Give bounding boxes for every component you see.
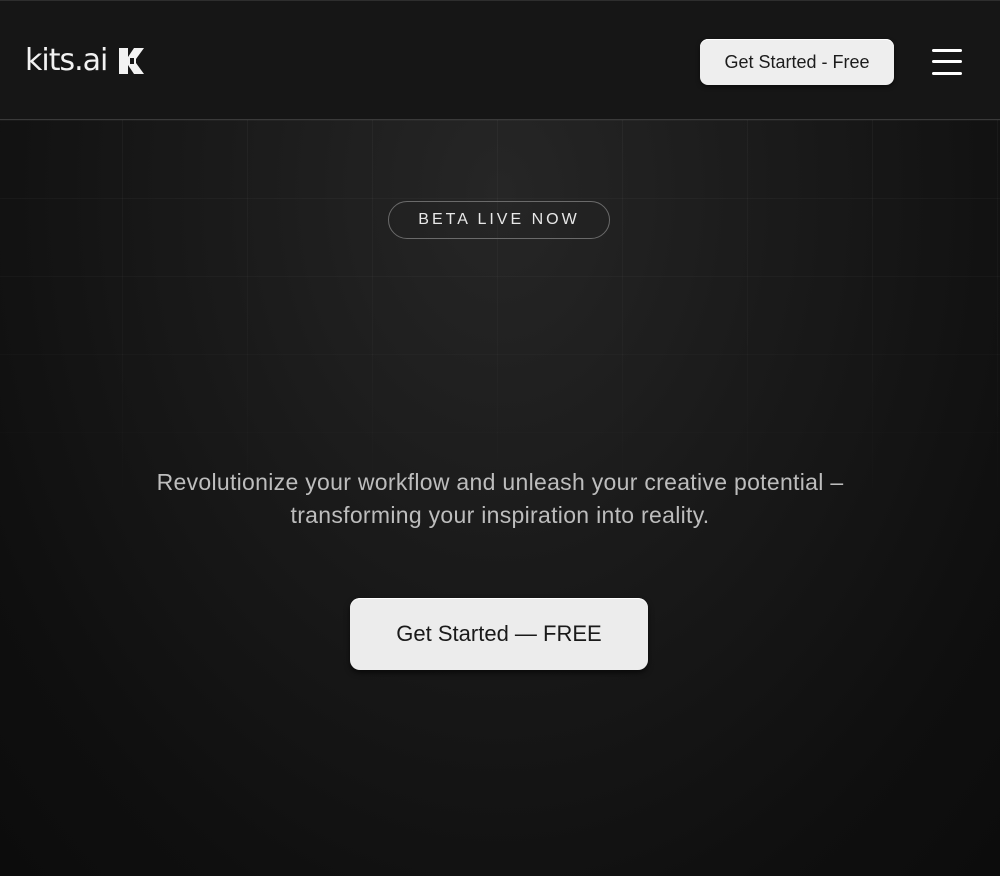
hero-get-started-button[interactable]: Get Started — FREE <box>350 598 648 670</box>
hamburger-menu-icon[interactable] <box>928 46 966 78</box>
headline-line-1: AI Vocals for the <box>241 295 759 368</box>
beta-badge: BETA LIVE NOW <box>388 201 610 239</box>
hero-headline: AI Vocals for the Modern Creator <box>0 296 1000 440</box>
subtext-line-1: Revolutionize your workflow and unleash … <box>156 469 844 495</box>
subtext-line-2: transforming your inspiration into reali… <box>290 502 710 528</box>
get-started-free-button[interactable]: Get Started - Free <box>700 39 894 85</box>
headline-line-2: Modern Creator <box>251 367 749 440</box>
kits-k-logo-icon <box>119 48 145 74</box>
logo-link[interactable]: kits.ai <box>25 43 147 79</box>
hero-subtext: Revolutionize your workflow and unleash … <box>100 466 900 532</box>
site-header: kits.ai Get Started - Free <box>0 0 1000 120</box>
logo-text: kits.ai <box>25 43 108 78</box>
page: kits.ai Get Started - Free BETA LIVE NOW… <box>0 0 1000 876</box>
